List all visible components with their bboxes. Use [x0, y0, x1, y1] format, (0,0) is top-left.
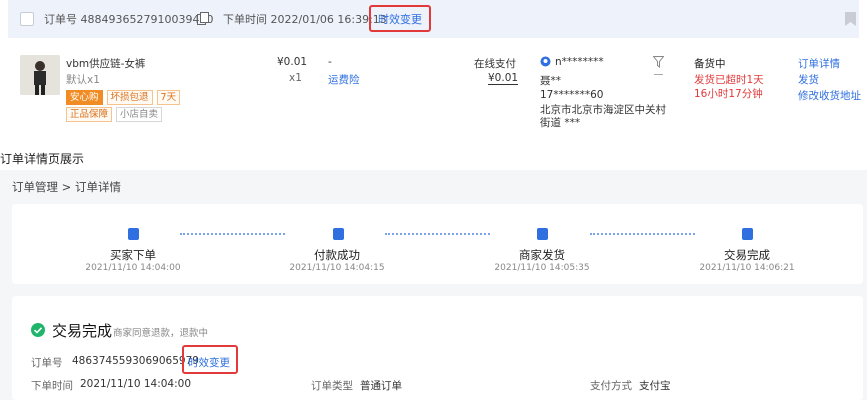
status-warning-line2: 16小时17分钟 [694, 88, 763, 100]
product-tags: 安心购 坏损包退 7天 [66, 90, 181, 105]
time-change-link[interactable]: 时效变更 [378, 11, 422, 27]
detail-time-change-link[interactable]: 时效变更 [188, 355, 230, 370]
bookmark-icon[interactable] [845, 12, 856, 26]
pay-amount[interactable]: ¥0.01 [488, 72, 519, 85]
step-time-3: 2021/11/10 14:05:35 [494, 263, 590, 273]
step-done-icon [742, 228, 753, 240]
product-spec: 默认x1 [66, 74, 100, 86]
product-price: ¥0.01 [277, 56, 308, 68]
section-label: 订单详情页展示 [0, 152, 85, 166]
breadcrumb[interactable]: 订单管理 > 订单详情 [12, 179, 121, 195]
tag-genuine: 正品保障 [66, 107, 113, 122]
tag-self-sold: 小店自卖 [116, 107, 163, 122]
detail-order-no: 4863745593069065979 [72, 355, 199, 367]
step-title-3: 商家发货 [519, 248, 565, 262]
order-select-checkbox[interactable] [20, 12, 34, 26]
status-warning-line1: 发货已超时1天 [694, 74, 764, 86]
edit-address-link[interactable]: 修改收货地址 [798, 88, 861, 103]
check-circle-icon [31, 323, 45, 337]
detail-pay-value: 支付宝 [639, 380, 671, 392]
collapse-icon[interactable] [654, 74, 663, 77]
ship-link[interactable]: 发货 [798, 72, 819, 87]
shipping-insurance-link[interactable]: 运费险 [328, 72, 360, 87]
progress-dots-3 [590, 233, 695, 235]
detail-order-type-label: 订单类型 [311, 380, 353, 392]
filter-icon[interactable] [653, 56, 664, 68]
step-time-1: 2021/11/10 14:04:00 [85, 263, 181, 273]
detail-order-time-label: 下单时间 [31, 380, 73, 392]
detail-pay-label: 支付方式 [590, 380, 632, 392]
buyer-avatar-icon [540, 56, 551, 67]
detail-order-type: 普通订单 [360, 380, 402, 392]
detail-order-time: 2021/11/10 14:04:00 [80, 378, 192, 390]
product-tags-2: 正品保障 小店自卖 [66, 107, 163, 122]
breadcrumb-bar [0, 170, 867, 200]
buyer-nickname[interactable]: n******** [555, 56, 604, 68]
order-time-label: 下单时间 [223, 13, 267, 26]
order-number: 订单号 4884936527910039440 [44, 11, 213, 27]
step-pay-icon [333, 228, 344, 240]
detail-status-title: 交易完成 [52, 322, 113, 340]
step-time-4: 2021/11/10 14:06:21 [699, 263, 795, 273]
tag-damage-return: 坏损包退 [106, 90, 153, 105]
product-image[interactable] [20, 55, 60, 95]
step-title-1: 买家下单 [110, 248, 156, 262]
copy-icon[interactable] [197, 12, 209, 25]
detail-order-no-label: 订单号 [31, 357, 63, 369]
buyer-phone: 17*******60 [540, 89, 604, 101]
progress-dots-1 [180, 233, 285, 235]
buyer-address-line2: 街道 *** [540, 117, 581, 129]
step-order-icon [128, 228, 139, 240]
pay-method: 在线支付 [474, 58, 516, 70]
buyer-name: 聂** [540, 75, 561, 87]
step-time-2: 2021/11/10 14:04:15 [289, 263, 385, 273]
step-ship-icon [537, 228, 548, 240]
order-detail-link[interactable]: 订单详情 [798, 56, 840, 71]
order-status: 备货中 [694, 58, 726, 70]
order-number-label: 订单号 [44, 13, 77, 26]
step-title-4: 交易完成 [724, 248, 770, 262]
progress-dots-2 [385, 233, 490, 235]
detail-status-note: 商家同意退款，退款中 [113, 328, 209, 339]
product-name[interactable]: vbm供应链-女裤 [66, 56, 145, 71]
product-qty: x1 [289, 72, 302, 84]
step-title-2: 付款成功 [314, 248, 360, 262]
tag-7days: 7天 [156, 90, 181, 105]
order-number-value: 4884936527910039440 [80, 13, 214, 26]
discount-value: - [328, 56, 332, 68]
tag-anxin: 安心购 [66, 90, 103, 105]
order-time: 下单时间 2022/01/06 16:39:13 [223, 11, 387, 27]
